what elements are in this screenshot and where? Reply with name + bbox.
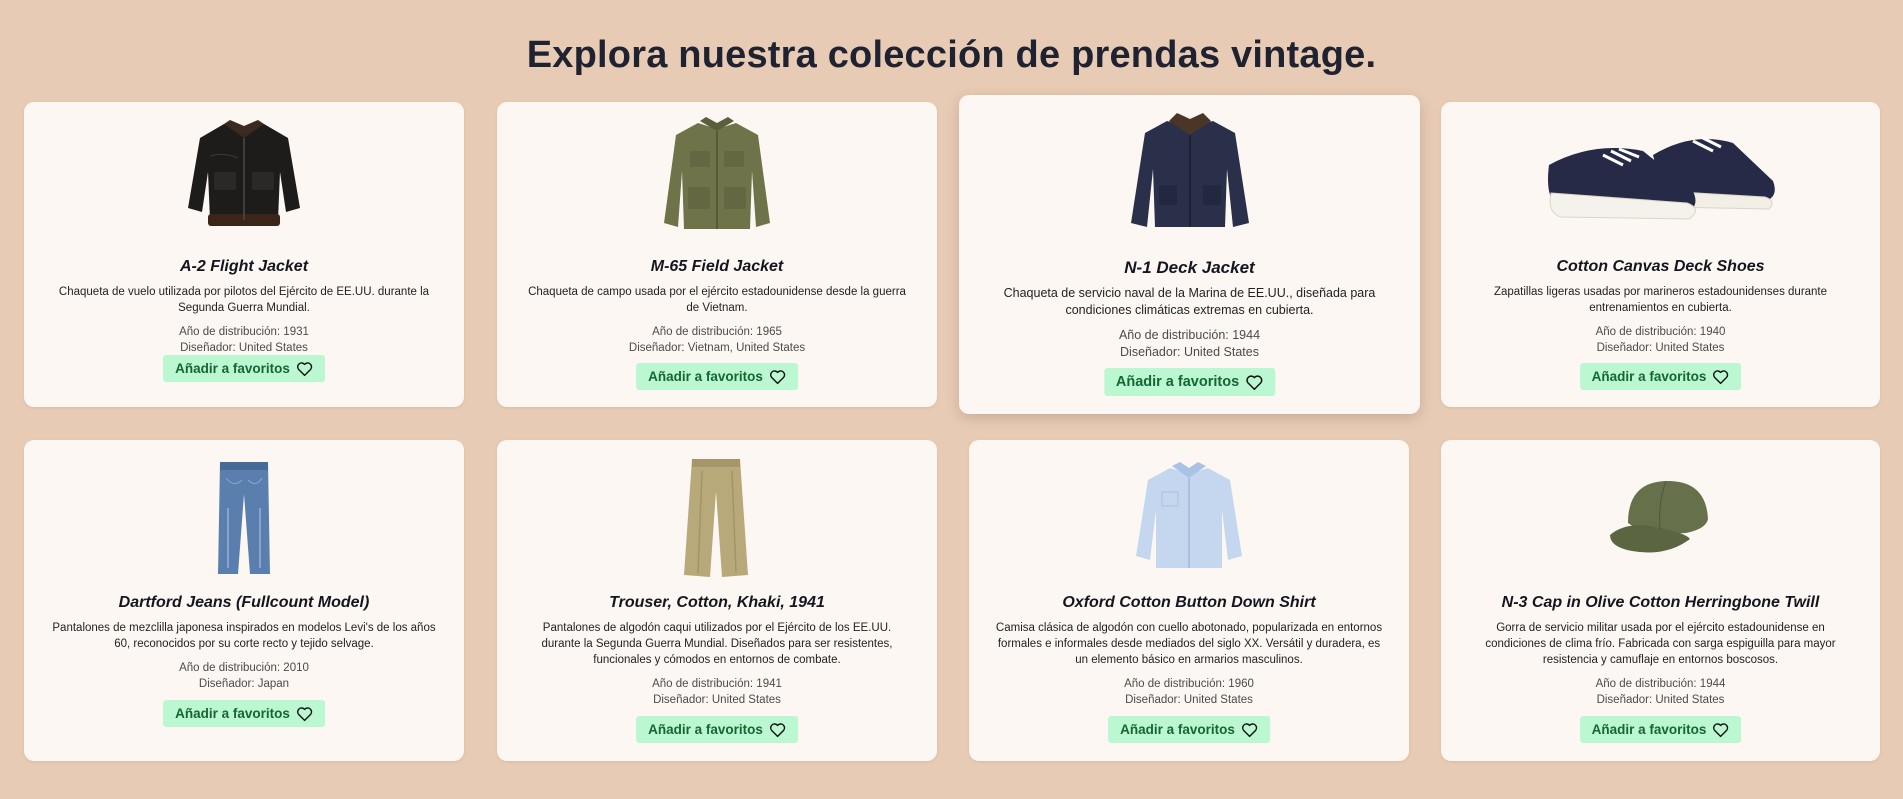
heart-outline-icon xyxy=(769,369,785,384)
product-description: Pantalones de algodón caqui utilizados p… xyxy=(541,622,893,666)
add-to-favorites-label: Añadir a favoritos xyxy=(1591,369,1707,384)
product-description: Gorra de servicio militar usada por el e… xyxy=(1485,622,1836,666)
product-name: Cotton Canvas Deck Shoes xyxy=(1556,258,1765,275)
product-card-m65-field-jacket: M-65 Field Jacket Chaqueta de campo usad… xyxy=(497,102,937,407)
product-year: Año de distribución: 1960 xyxy=(1124,678,1254,690)
heart-outline-icon xyxy=(296,706,312,721)
product-name: N-3 Cap in Olive Cotton Herringbone Twil… xyxy=(1501,594,1820,611)
product-year: Año de distribución: 1941 xyxy=(652,678,782,690)
product-year: Año de distribución: 1944 xyxy=(1595,678,1726,690)
product-image xyxy=(1441,120,1880,230)
add-to-favorites-label: Añadir a favoritos xyxy=(175,706,290,721)
add-to-favorites-label: Añadir a favoritos xyxy=(648,369,763,384)
product-description: Camisa clásica de algodón con cuello abo… xyxy=(995,622,1383,666)
heart-outline-icon xyxy=(296,361,312,376)
product-image xyxy=(24,458,464,578)
heart-outline-icon xyxy=(769,722,785,737)
product-card-cotton-canvas-deck-shoes: Cotton Canvas Deck Shoes Zapatillas lige… xyxy=(1441,102,1880,407)
product-designer: Diseñador: United States xyxy=(1125,694,1253,706)
add-to-favorites-button[interactable]: Añadir a favoritos xyxy=(1579,716,1742,743)
product-designer: Diseñador: Japan xyxy=(198,678,290,690)
field-jacket-icon xyxy=(664,117,770,229)
product-designer: Diseñador: United States xyxy=(653,694,781,706)
product-description: Chaqueta de servicio naval de la Marina … xyxy=(1003,286,1376,317)
product-designer: Diseñador: Vietnam, United States xyxy=(628,342,806,354)
product-image xyxy=(969,458,1409,578)
heart-outline-icon xyxy=(1713,722,1729,737)
leather-jacket-icon xyxy=(188,120,300,226)
product-description: Zapatillas ligeras usadas por marineros … xyxy=(1493,286,1828,314)
product-year: Año de distribución: 1931 xyxy=(179,326,309,338)
product-description: Chaqueta de vuelo utilizada por pilotos … xyxy=(58,286,430,314)
product-image xyxy=(959,113,1420,227)
product-image xyxy=(497,117,937,230)
page-title: Explora nuestra colección de prendas vin… xyxy=(526,34,1377,76)
add-to-favorites-button[interactable]: Añadir a favoritos xyxy=(1108,716,1270,743)
product-image xyxy=(24,120,464,230)
add-to-favorites-button[interactable]: Añadir a favoritos xyxy=(636,716,798,743)
canvas-shoes-icon xyxy=(1547,135,1775,220)
product-year: Año de distribución: 1940 xyxy=(1595,326,1726,338)
product-name: A-2 Flight Jacket xyxy=(179,258,309,275)
product-designer: Diseñador: United States xyxy=(1596,694,1725,706)
add-to-favorites-label: Añadir a favoritos xyxy=(648,722,763,737)
product-description: Pantalones de mezclilla japonesa inspira… xyxy=(52,622,436,650)
product-card-n1-deck-jacket: N-1 Deck Jacket Chaqueta de servicio nav… xyxy=(959,95,1420,414)
product-year: Año de distribución: 2010 xyxy=(179,662,309,674)
product-image xyxy=(1441,458,1880,578)
trousers-icon xyxy=(684,459,748,577)
product-name: M-65 Field Jacket xyxy=(650,258,784,275)
shirt-icon xyxy=(1136,462,1242,568)
add-to-favorites-button[interactable]: Añadir a favoritos xyxy=(1579,363,1742,390)
add-to-favorites-button[interactable]: Añadir a favoritos xyxy=(1103,368,1276,396)
add-to-favorites-label: Añadir a favoritos xyxy=(1115,374,1240,390)
product-description: Chaqueta de campo usada por el ejército … xyxy=(528,286,906,314)
product-card-a2-flight-jacket: A-2 Flight Jacket Chaqueta de vuelo util… xyxy=(24,102,464,407)
heart-outline-icon xyxy=(1713,369,1729,384)
product-designer: Diseñador: United States xyxy=(1120,345,1259,359)
product-designer: Diseñador: United States xyxy=(180,342,308,354)
product-year: Año de distribución: 1944 xyxy=(1118,328,1261,342)
product-image xyxy=(497,458,937,578)
product-name: Oxford Cotton Button Down Shirt xyxy=(1062,594,1316,611)
product-name: Trouser, Cotton, Khaki, 1941 xyxy=(609,594,825,611)
add-to-favorites-label: Añadir a favoritos xyxy=(175,361,290,376)
jeans-icon xyxy=(218,462,270,574)
product-year: Año de distribución: 1965 xyxy=(652,326,782,338)
product-card-oxford-shirt: Oxford Cotton Button Down Shirt Camisa c… xyxy=(969,440,1409,761)
cap-icon xyxy=(1609,480,1708,553)
product-card-n3-cap: N-3 Cap in Olive Cotton Herringbone Twil… xyxy=(1441,440,1880,761)
deck-jacket-icon xyxy=(1130,113,1249,227)
add-to-favorites-button[interactable]: Añadir a favoritos xyxy=(163,355,325,382)
product-name: Dartford Jeans (Fullcount Model) xyxy=(118,594,370,611)
add-to-favorites-button[interactable]: Añadir a favoritos xyxy=(163,700,325,727)
product-card-khaki-trousers: Trouser, Cotton, Khaki, 1941 Pantalones … xyxy=(497,440,937,761)
add-to-favorites-button[interactable]: Añadir a favoritos xyxy=(636,363,798,390)
add-to-favorites-label: Añadir a favoritos xyxy=(1591,722,1707,737)
product-designer: Diseñador: United States xyxy=(1596,342,1725,354)
heart-outline-icon xyxy=(1241,722,1257,737)
heart-outline-icon xyxy=(1246,374,1263,390)
product-card-dartford-jeans: Dartford Jeans (Fullcount Model) Pantalo… xyxy=(24,440,464,761)
product-name: N-1 Deck Jacket xyxy=(1124,258,1255,277)
add-to-favorites-label: Añadir a favoritos xyxy=(1120,722,1235,737)
